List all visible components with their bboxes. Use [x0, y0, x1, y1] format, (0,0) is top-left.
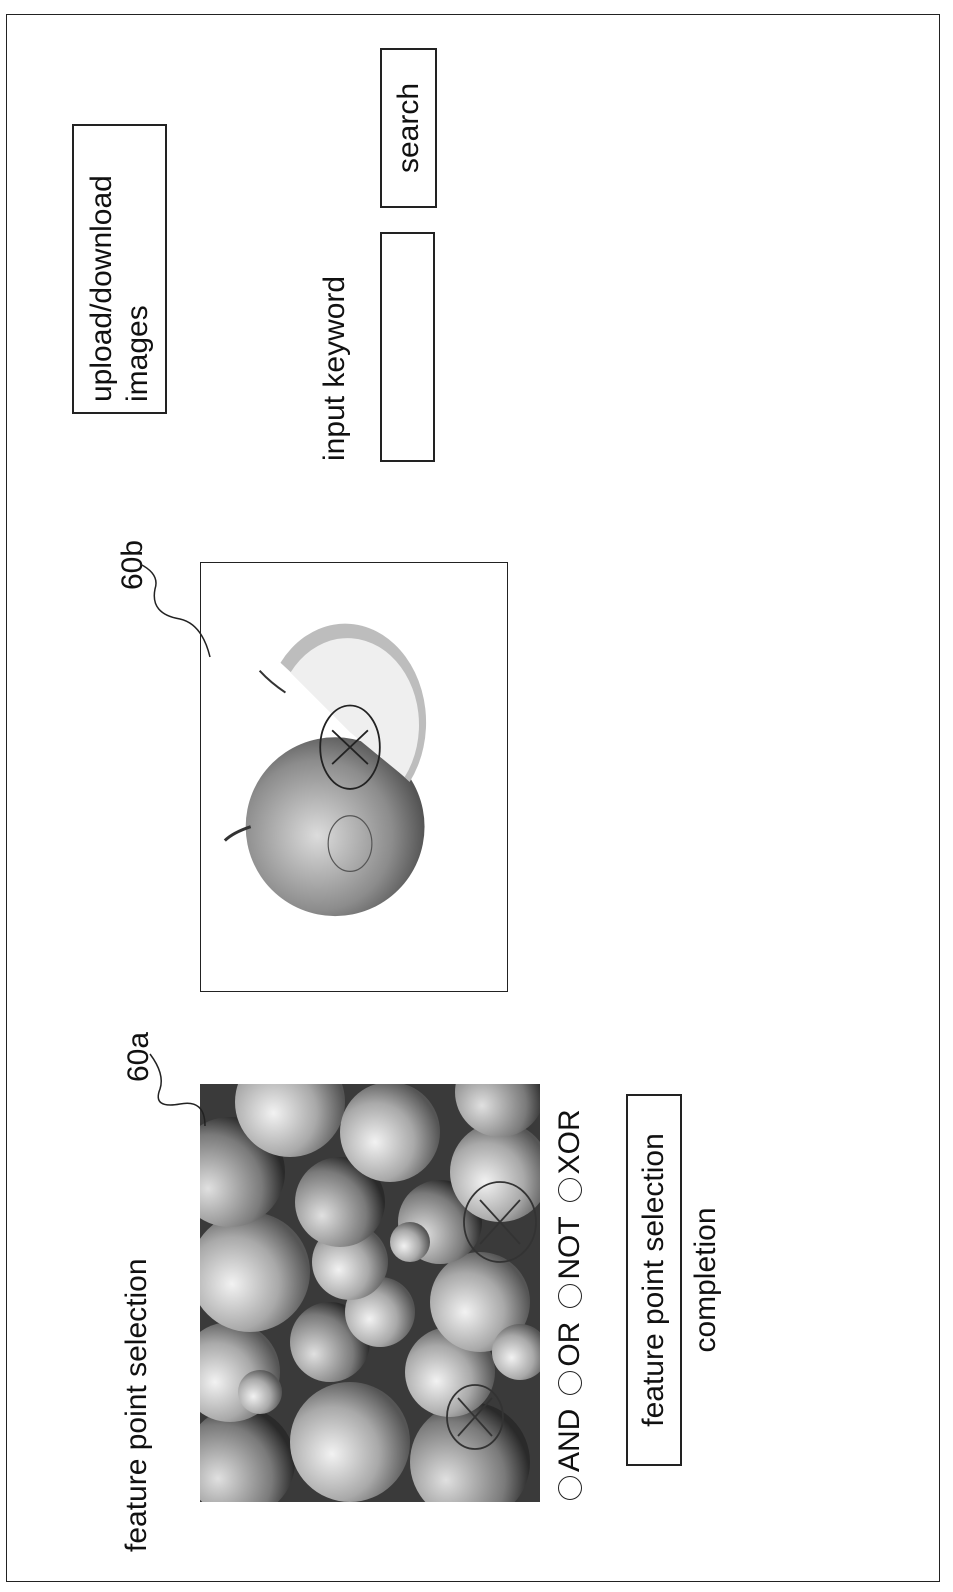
radio-button-icon[interactable] [558, 1370, 582, 1395]
operator-xor-label: XOR [553, 1109, 586, 1175]
operator-and-label: AND [553, 1408, 586, 1472]
operator-xor[interactable]: XOR [553, 1109, 587, 1203]
operator-and[interactable]: AND [553, 1409, 587, 1500]
image-60b-reference: 60b [116, 539, 149, 590]
operator-not-label: NOT [553, 1216, 586, 1280]
feature-selection-complete-button[interactable]: feature point selection completion [626, 1094, 722, 1466]
boolean-operator-group: AND OR NOT XOR [550, 1095, 590, 1500]
keyword-label: input keyword [318, 275, 351, 461]
image-60a-reference: 60a [122, 1031, 155, 1082]
radio-button-icon[interactable] [558, 1283, 582, 1308]
app-window: upload/download images input keyword sea… [0, 0, 953, 1592]
radio-button-icon[interactable] [558, 1476, 582, 1500]
search-button[interactable]: search [380, 48, 437, 208]
image-60b[interactable] [200, 562, 508, 992]
upload-download-button[interactable]: upload/download images [72, 124, 167, 414]
image-60a[interactable] [200, 1084, 540, 1502]
keyword-input[interactable] [380, 232, 435, 462]
radio-button-icon[interactable] [558, 1178, 582, 1203]
feature-selection-title: feature point selection [120, 1258, 153, 1552]
fruit-cluster [200, 1084, 540, 1502]
operator-not[interactable]: NOT [553, 1216, 587, 1308]
operator-or[interactable]: OR [553, 1322, 587, 1395]
figure-frame: upload/download images input keyword sea… [0, 0, 953, 1592]
operator-or-label: OR [553, 1321, 586, 1367]
